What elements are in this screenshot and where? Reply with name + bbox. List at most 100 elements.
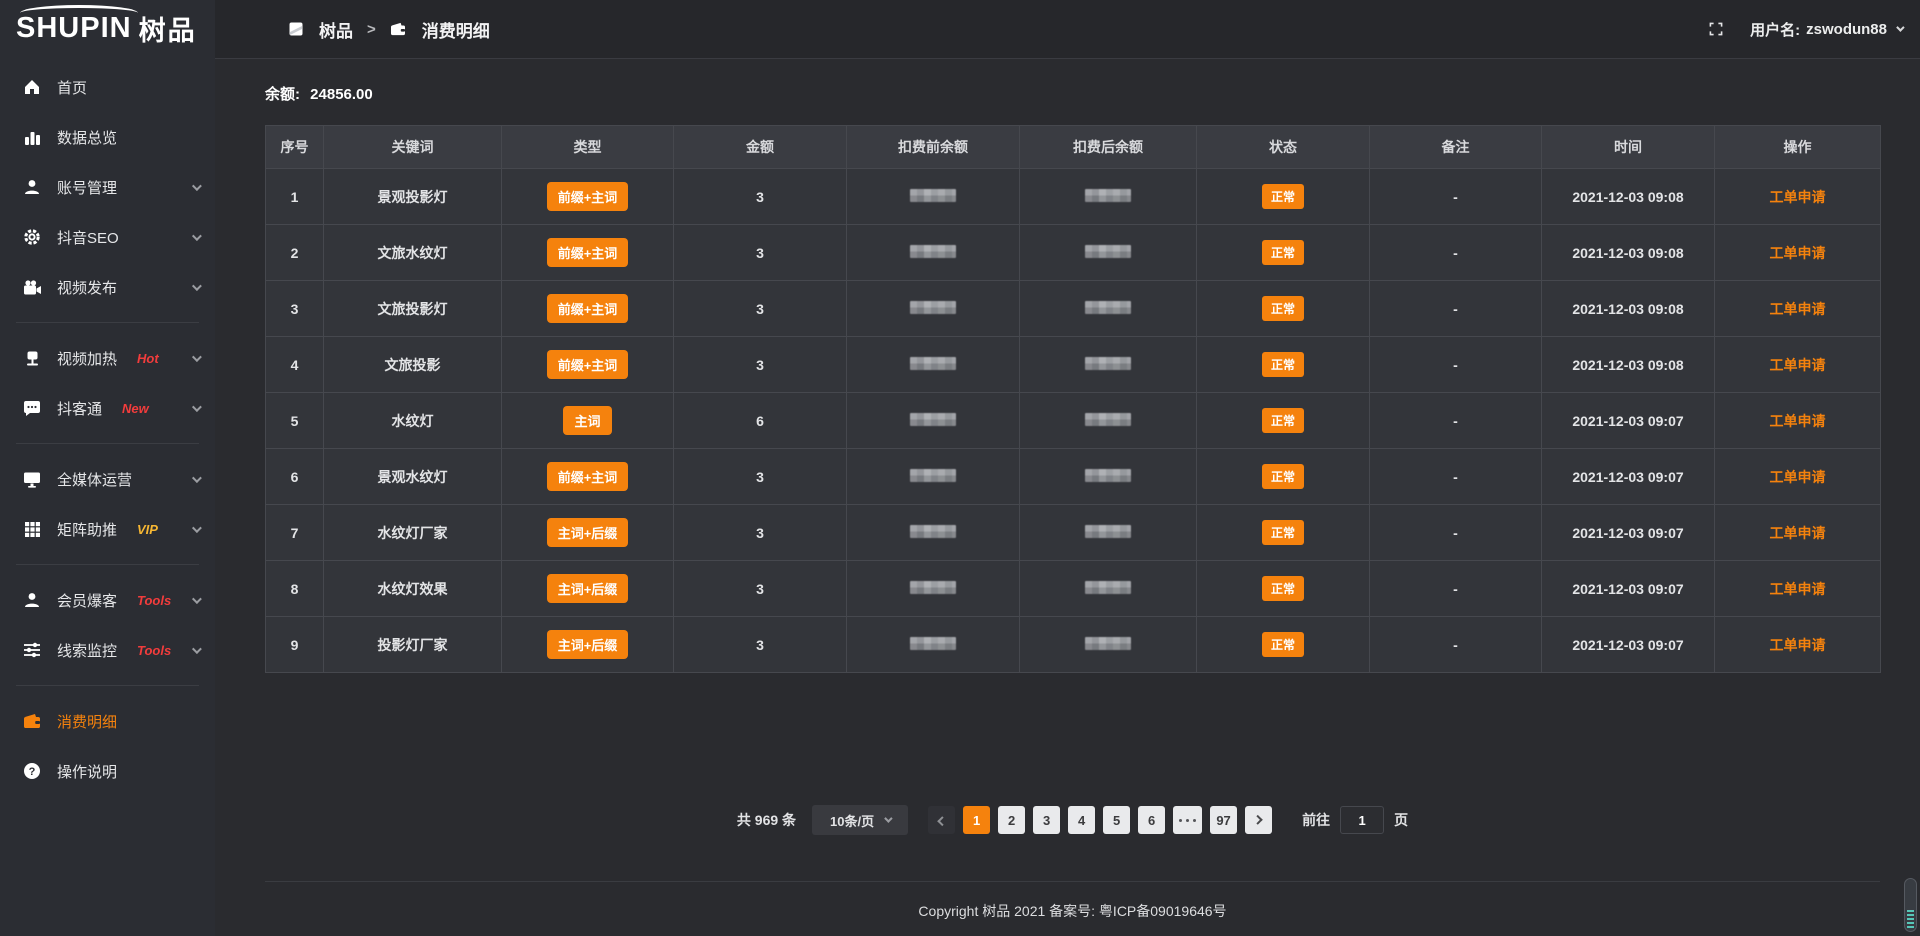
sidebar-item-home[interactable]: 首页 <box>0 62 215 112</box>
status-badge: 正常 <box>1262 240 1304 265</box>
sidebar-item-account[interactable]: 账号管理 <box>0 162 215 212</box>
col-header-keyword: 关键词 <box>324 126 502 169</box>
ticket-apply-link[interactable]: 工单申请 <box>1770 525 1826 541</box>
home-icon <box>22 78 42 96</box>
cell-balance-after <box>1020 561 1197 617</box>
cell-amount: 3 <box>674 225 847 281</box>
sidebar-divider <box>16 322 199 323</box>
ticket-apply-link[interactable]: 工单申请 <box>1770 189 1826 205</box>
status-badge: 正常 <box>1262 296 1304 321</box>
sidebar-item-omnimedia[interactable]: 全媒体运营 <box>0 454 215 504</box>
sidebar-item-matrix-boost[interactable]: 矩阵助推 VIP <box>0 504 215 554</box>
bar-chart-icon <box>22 129 42 146</box>
page-button-6[interactable]: 6 <box>1138 806 1165 834</box>
redacted-balance <box>910 525 956 538</box>
goto-label: 前往 <box>1302 810 1330 830</box>
col-header-remark: 备注 <box>1370 126 1542 169</box>
fullscreen-icon[interactable] <box>1708 21 1724 37</box>
sidebar-item-label: 会员爆客 <box>57 590 117 611</box>
sidebar-item-consumption-detail[interactable]: 消费明细 <box>0 696 215 746</box>
sidebar-item-instructions[interactable]: ? 操作说明 <box>0 746 215 796</box>
cell-keyword: 水纹灯 <box>324 393 502 449</box>
sidebar-item-video-publish[interactable]: 视频发布 <box>0 262 215 312</box>
sidebar-item-member-burst[interactable]: 会员爆客 Tools <box>0 575 215 625</box>
cell-status: 正常 <box>1197 617 1370 673</box>
cell-remark: - <box>1370 449 1542 505</box>
cell-time: 2021-12-03 09:07 <box>1542 393 1715 449</box>
page-button-2[interactable]: 2 <box>998 806 1025 834</box>
cell-keyword: 水纹灯效果 <box>324 561 502 617</box>
cell-time: 2021-12-03 09:07 <box>1542 617 1715 673</box>
page-size-select[interactable]: 10条/页 <box>812 805 908 835</box>
chevron-down-icon <box>192 523 202 533</box>
wallet-icon <box>390 22 406 36</box>
type-tag: 前缀+主词 <box>547 294 629 323</box>
cell-index: 9 <box>266 617 324 673</box>
logo-text-cn: 树品 <box>139 9 197 48</box>
type-tag: 前缀+主词 <box>547 462 629 491</box>
cell-keyword: 景观水纹灯 <box>324 449 502 505</box>
pagination: 共 969 条 10条/页 1 2 3 4 5 6 97 前往 页 <box>265 805 1880 835</box>
page-button-3[interactable]: 3 <box>1033 806 1060 834</box>
sidebar-divider <box>16 564 199 565</box>
topbar-right: 用户名: zswodun88 <box>1708 19 1902 40</box>
cell-amount: 3 <box>674 169 847 225</box>
more-pages-button[interactable] <box>1173 806 1202 834</box>
prev-page-button[interactable] <box>928 806 955 834</box>
ticket-apply-link[interactable]: 工单申请 <box>1770 301 1826 317</box>
ticket-apply-link[interactable]: 工单申请 <box>1770 469 1826 485</box>
sidebar-item-doukertong[interactable]: 抖客通 New <box>0 383 215 433</box>
next-page-button[interactable] <box>1245 806 1272 834</box>
col-header-balance-after: 扣费后余额 <box>1020 126 1197 169</box>
ticket-apply-link[interactable]: 工单申请 <box>1770 637 1826 653</box>
hot-badge: Hot <box>137 351 159 366</box>
username-label: 用户名: <box>1750 19 1800 40</box>
sidebar-item-label: 消费明细 <box>57 711 117 732</box>
goto-page-input[interactable] <box>1340 806 1384 834</box>
ticket-apply-link[interactable]: 工单申请 <box>1770 413 1826 429</box>
ticket-apply-link[interactable]: 工单申请 <box>1770 357 1826 373</box>
goto-suffix: 页 <box>1394 810 1408 830</box>
cell-action: 工单申请 <box>1715 393 1881 449</box>
cell-action: 工单申请 <box>1715 225 1881 281</box>
col-header-time: 时间 <box>1542 126 1715 169</box>
sidebar: SHUPIN 树品 首页 数据总览 账号管理 抖音SEO <box>0 0 215 936</box>
page-button-4[interactable]: 4 <box>1068 806 1095 834</box>
cell-time: 2021-12-03 09:08 <box>1542 225 1715 281</box>
sidebar-item-lead-monitor[interactable]: 线索监控 Tools <box>0 625 215 675</box>
type-tag: 前缀+主词 <box>547 238 629 267</box>
redacted-balance <box>1085 469 1131 482</box>
table-row: 5 水纹灯 主词 6 正常 - 2021-12-03 09:07 工单申请 <box>266 393 1881 449</box>
status-badge: 正常 <box>1262 576 1304 601</box>
cell-status: 正常 <box>1197 393 1370 449</box>
page-button-last[interactable]: 97 <box>1210 806 1237 834</box>
cell-balance-before <box>847 337 1020 393</box>
floating-widget[interactable] <box>1904 878 1917 932</box>
topbar: 树品 > 消费明细 用户名: zswodun88 <box>215 0 1920 59</box>
cell-remark: - <box>1370 561 1542 617</box>
cell-balance-after <box>1020 393 1197 449</box>
chevron-down-icon <box>192 181 202 191</box>
cell-index: 5 <box>266 393 324 449</box>
status-badge: 正常 <box>1262 520 1304 545</box>
ticket-apply-link[interactable]: 工单申请 <box>1770 245 1826 261</box>
breadcrumb-current[interactable]: 消费明细 <box>390 17 490 42</box>
redacted-balance <box>1085 245 1131 258</box>
grid-icon <box>22 521 42 538</box>
cell-action: 工单申请 <box>1715 281 1881 337</box>
logo-arc-decoration <box>20 5 138 21</box>
page-button-5[interactable]: 5 <box>1103 806 1130 834</box>
user-menu[interactable]: 用户名: zswodun88 <box>1750 19 1902 40</box>
status-badge: 正常 <box>1262 408 1304 433</box>
sidebar-item-video-heat[interactable]: 视频加热 Hot <box>0 333 215 383</box>
consumption-table: 序号 关键词 类型 金额 扣费前余额 扣费后余额 状态 备注 时间 操作 1 景… <box>265 125 1881 673</box>
app-icon <box>289 22 303 36</box>
cell-status: 正常 <box>1197 561 1370 617</box>
sidebar-item-douyin-seo[interactable]: 抖音SEO <box>0 212 215 262</box>
sidebar-item-data-overview[interactable]: 数据总览 <box>0 112 215 162</box>
ticket-apply-link[interactable]: 工单申请 <box>1770 581 1826 597</box>
cell-balance-before <box>847 393 1020 449</box>
copyright-text: Copyright 树品 2021 备案号: 粤ICP备09019646号 <box>918 903 1226 919</box>
breadcrumb-root[interactable]: 树品 <box>289 17 353 42</box>
page-button-1[interactable]: 1 <box>963 806 990 834</box>
